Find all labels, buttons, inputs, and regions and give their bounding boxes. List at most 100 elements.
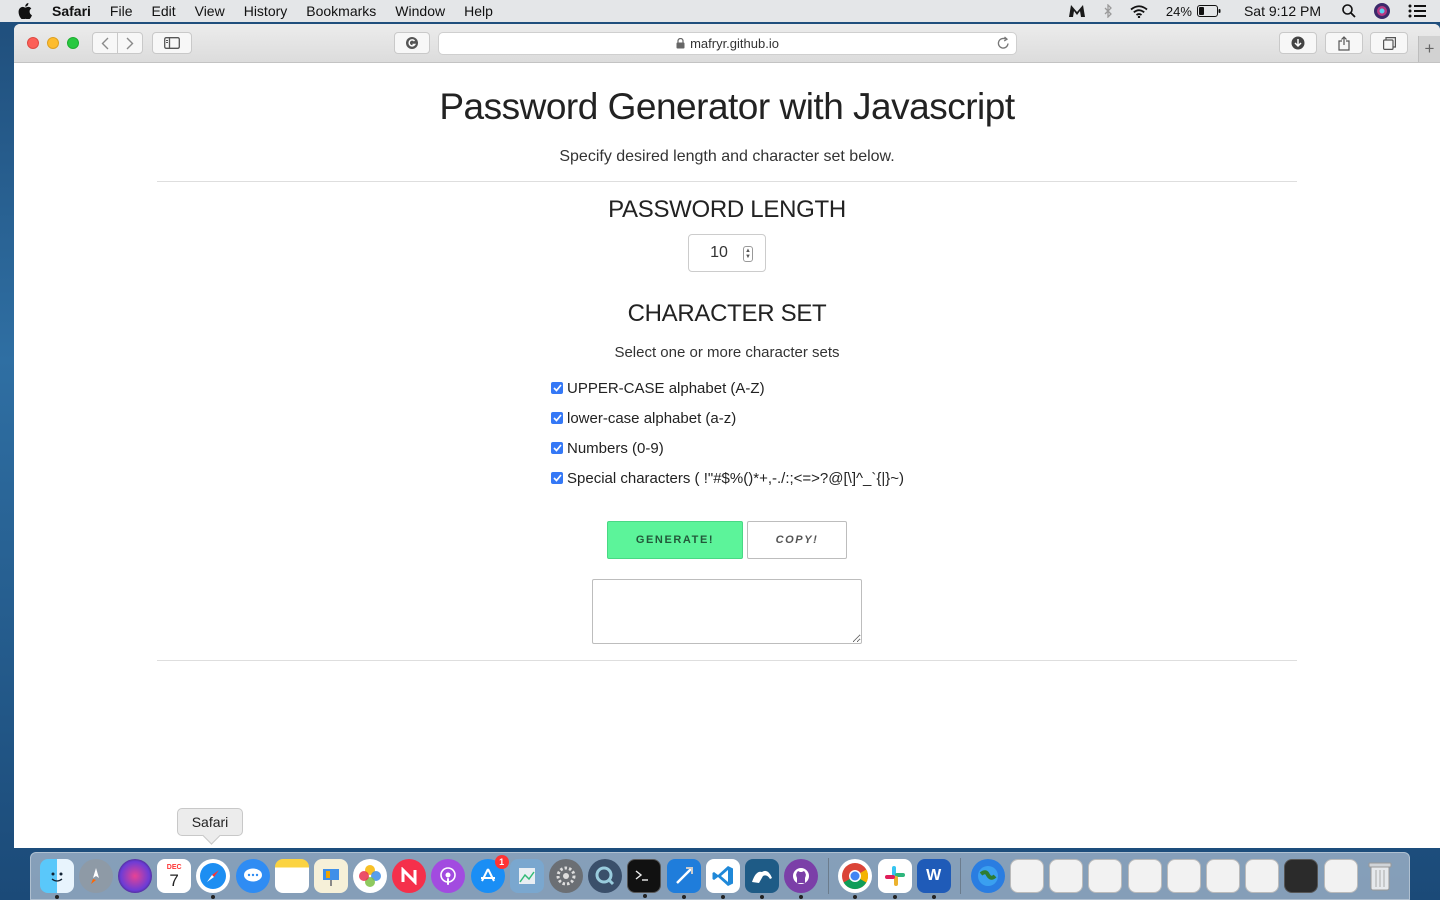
tabs-overview-icon bbox=[1382, 36, 1396, 50]
preview-icon[interactable] bbox=[509, 859, 544, 893]
clock[interactable]: Sat 9:12 PM bbox=[1244, 3, 1321, 19]
generate-button[interactable]: GENERATE! bbox=[607, 521, 743, 559]
messages-icon[interactable] bbox=[235, 859, 270, 893]
checkbox-lowercase[interactable] bbox=[551, 412, 563, 424]
siri-icon[interactable] bbox=[117, 859, 152, 893]
character-set-hint: Select one or more character sets bbox=[614, 344, 840, 361]
reload-icon[interactable] bbox=[997, 36, 1010, 53]
share-button[interactable] bbox=[1325, 32, 1363, 54]
spotlight-search-icon[interactable] bbox=[1342, 4, 1356, 18]
menu-history[interactable]: History bbox=[244, 0, 288, 22]
share-icon bbox=[1338, 35, 1350, 51]
battery-percent[interactable]: 24% bbox=[1166, 4, 1192, 19]
checkbox-numbers[interactable] bbox=[551, 442, 563, 454]
charset-special[interactable]: Special characters ( !"#$%()*+,-./:;<=>?… bbox=[551, 463, 951, 493]
launchpad-icon[interactable] bbox=[78, 859, 113, 893]
address-bar[interactable]: mafryr.github.io bbox=[438, 32, 1017, 55]
privacy-report-button[interactable] bbox=[394, 32, 430, 54]
character-set-heading: CHARACTER SET bbox=[627, 300, 827, 327]
menu-view[interactable]: View bbox=[195, 0, 225, 22]
notification-center-icon[interactable] bbox=[1408, 4, 1426, 18]
close-window-button[interactable] bbox=[27, 37, 39, 49]
podcasts-icon[interactable] bbox=[431, 859, 466, 893]
downloads-button[interactable] bbox=[1279, 32, 1317, 54]
recent-window-thumbnail-icon[interactable] bbox=[1166, 859, 1201, 893]
github-desktop-icon[interactable] bbox=[784, 859, 819, 899]
charset-lowercase[interactable]: lower-case alphabet (a-z) bbox=[551, 403, 951, 433]
slack-icon[interactable] bbox=[877, 859, 912, 899]
recent-window-thumbnail-icon[interactable] bbox=[1245, 859, 1280, 893]
checkmark-icon bbox=[552, 414, 562, 422]
system-preferences-icon[interactable] bbox=[549, 859, 584, 893]
dock: DEC 7 1 W bbox=[30, 852, 1410, 900]
keynote-icon[interactable] bbox=[313, 859, 348, 893]
menu-file[interactable]: File bbox=[110, 0, 133, 22]
chrome-icon[interactable] bbox=[838, 859, 873, 899]
checkbox-uppercase[interactable] bbox=[551, 382, 563, 394]
mysql-workbench-icon[interactable] bbox=[744, 859, 779, 899]
new-tab-button[interactable]: + bbox=[1418, 36, 1440, 62]
checkmark-icon bbox=[552, 444, 562, 452]
xcode-icon[interactable] bbox=[666, 859, 701, 899]
downloads-folder-icon[interactable] bbox=[970, 859, 1005, 893]
forward-button[interactable] bbox=[117, 32, 143, 54]
recent-window-thumbnail-icon[interactable] bbox=[1049, 859, 1084, 893]
notes-icon[interactable] bbox=[274, 859, 309, 893]
finder-icon[interactable] bbox=[39, 859, 74, 899]
page-container: Password Generator with Javascript Speci… bbox=[157, 63, 1297, 661]
charset-uppercase[interactable]: UPPER-CASE alphabet (A-Z) bbox=[551, 373, 951, 403]
recent-window-thumbnail-icon[interactable] bbox=[1088, 859, 1123, 893]
menu-window[interactable]: Window bbox=[395, 0, 445, 22]
password-output-textarea[interactable] bbox=[592, 579, 862, 644]
app-store-icon[interactable]: 1 bbox=[470, 855, 509, 893]
quicktime-icon[interactable] bbox=[588, 859, 623, 893]
checkbox-special[interactable] bbox=[551, 472, 563, 484]
copy-button[interactable]: COPY! bbox=[747, 521, 847, 559]
wifi-icon[interactable] bbox=[1130, 4, 1148, 18]
checkmark-icon bbox=[552, 474, 562, 482]
dock-separator bbox=[960, 858, 962, 894]
bluetooth-icon[interactable] bbox=[1104, 4, 1112, 18]
chevron-right-icon bbox=[126, 37, 134, 49]
recent-window-thumbnail-icon[interactable] bbox=[1206, 859, 1241, 893]
word-letter: W bbox=[926, 867, 942, 884]
minimize-window-button[interactable] bbox=[47, 37, 59, 49]
character-set-list: UPPER-CASE alphabet (A-Z) lower-case alp… bbox=[551, 373, 951, 493]
menu-bookmarks[interactable]: Bookmarks bbox=[306, 0, 376, 22]
recent-window-thumbnail-icon[interactable] bbox=[1284, 859, 1319, 893]
download-icon bbox=[1291, 36, 1305, 50]
malwarebytes-icon[interactable] bbox=[1068, 4, 1086, 18]
dock-tooltip: Safari bbox=[177, 808, 243, 836]
fullscreen-window-button[interactable] bbox=[67, 37, 79, 49]
charset-uppercase-label: UPPER-CASE alphabet (A-Z) bbox=[567, 379, 765, 397]
web-page: Password Generator with Javascript Speci… bbox=[14, 63, 1440, 848]
terminal-icon[interactable] bbox=[627, 859, 662, 898]
photos-icon[interactable] bbox=[353, 859, 388, 893]
menu-edit[interactable]: Edit bbox=[151, 0, 175, 22]
recent-window-thumbnail-icon[interactable] bbox=[1323, 859, 1358, 893]
url-text: mafryr.github.io bbox=[690, 36, 779, 51]
sidebar-toggle-button[interactable] bbox=[152, 32, 192, 54]
charset-numbers[interactable]: Numbers (0-9) bbox=[551, 433, 951, 463]
menu-help[interactable]: Help bbox=[464, 0, 493, 22]
recent-window-thumbnail-icon[interactable] bbox=[1127, 859, 1162, 893]
news-icon[interactable] bbox=[392, 859, 427, 893]
menu-bar: Safari File Edit View History Bookmarks … bbox=[0, 0, 1440, 22]
app-store-badge: 1 bbox=[494, 855, 509, 869]
microsoft-word-icon[interactable]: W bbox=[916, 859, 951, 899]
calendar-icon[interactable]: DEC 7 bbox=[157, 859, 192, 893]
trash-icon[interactable] bbox=[1363, 859, 1397, 893]
password-length-input[interactable]: 10 ▲ ▼ bbox=[688, 234, 766, 272]
vscode-icon[interactable] bbox=[705, 859, 740, 899]
recent-window-thumbnail-icon[interactable] bbox=[1010, 859, 1045, 893]
back-button[interactable] bbox=[92, 32, 118, 54]
password-length-value: 10 bbox=[710, 244, 728, 261]
charset-special-label: Special characters ( !"#$%()*+,-./:;<=>?… bbox=[567, 469, 905, 487]
safari-icon[interactable] bbox=[196, 859, 231, 899]
show-tabs-button[interactable] bbox=[1370, 32, 1408, 54]
siri-icon[interactable] bbox=[1374, 3, 1390, 19]
apple-icon[interactable] bbox=[18, 3, 38, 19]
number-stepper-icon[interactable]: ▲ ▼ bbox=[743, 246, 753, 262]
battery-icon[interactable] bbox=[1196, 5, 1221, 17]
menu-app-safari[interactable]: Safari bbox=[52, 0, 91, 22]
